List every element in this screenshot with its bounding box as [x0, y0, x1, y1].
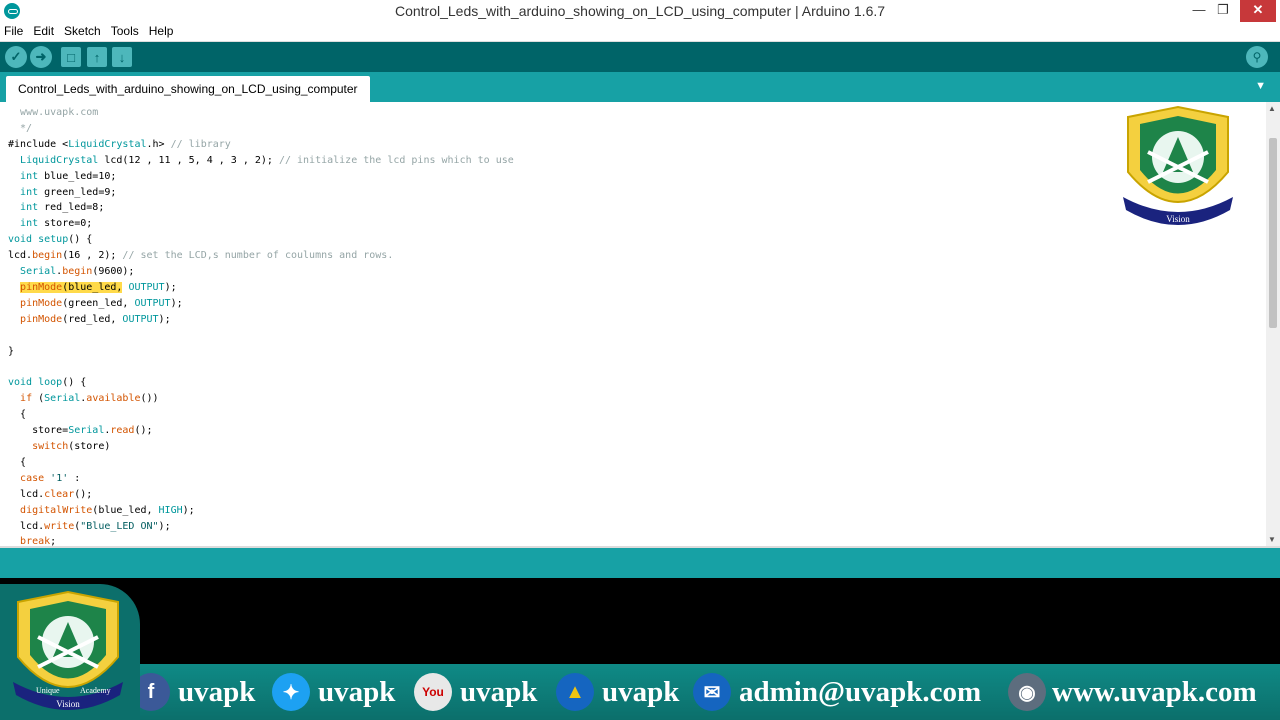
title-bar: Control_Leds_with_arduino_showing_on_LCD… — [0, 0, 1280, 22]
scrollbar-thumb[interactable] — [1269, 138, 1277, 328]
menu-sketch[interactable]: Sketch — [60, 22, 107, 40]
email-address: admin@uvapk.com — [739, 675, 982, 708]
email-icon: ✉ — [693, 673, 731, 711]
serial-monitor-icon[interactable]: ⚲ — [1246, 46, 1268, 68]
other-social-link[interactable]: ▲ uvapk — [556, 670, 679, 714]
open-button[interactable]: ↑ — [87, 47, 107, 67]
twitter-icon: ✦ — [272, 673, 310, 711]
menu-edit[interactable]: Edit — [29, 22, 60, 40]
email-link[interactable]: ✉ admin@uvapk.com — [693, 670, 981, 714]
other-handle: uvapk — [602, 675, 680, 708]
menu-help[interactable]: Help — [145, 22, 180, 40]
bell-icon: ▲ — [556, 673, 594, 711]
website-link[interactable]: ◉ www.uvapk.com — [1008, 670, 1257, 714]
logo-text: Vision — [1166, 214, 1190, 224]
code-text: www.uvapk.com */ #include <LiquidCrystal… — [8, 107, 514, 546]
svg-text:Vision: Vision — [56, 699, 80, 709]
social-banner: f uvapk ✦ uvapk You uvapk ▲ uvapk ✉ admi… — [0, 664, 1280, 720]
facebook-handle: uvapk — [178, 675, 256, 708]
academy-logo-icon: Vision — [1123, 105, 1233, 225]
code-editor[interactable]: www.uvapk.com */ #include <LiquidCrystal… — [0, 102, 1266, 546]
new-button[interactable]: □ — [61, 47, 81, 67]
scroll-down-icon[interactable]: ▼ — [1268, 535, 1276, 544]
restore-button[interactable]: ❐ — [1210, 0, 1236, 22]
toolbar: ✓ ➜ □ ↑ ↓ ⚲ — [0, 42, 1280, 72]
facebook-link[interactable]: f uvapk — [132, 670, 255, 714]
svg-text:Academy: Academy — [80, 686, 111, 695]
youtube-handle: uvapk — [460, 675, 538, 708]
youtube-link[interactable]: You uvapk — [414, 670, 537, 714]
tab-sketch[interactable]: Control_Leds_with_arduino_showing_on_LCD… — [6, 76, 370, 102]
tab-menu-icon[interactable]: ▼ — [1255, 80, 1266, 92]
svg-text:Unique: Unique — [36, 686, 60, 695]
menu-bar: File Edit Sketch Tools Help — [0, 22, 1280, 42]
status-bar — [0, 546, 1280, 580]
twitter-handle: uvapk — [318, 675, 396, 708]
upload-button[interactable]: ➜ — [30, 46, 52, 68]
menu-file[interactable]: File — [0, 22, 29, 40]
save-button[interactable]: ↓ — [112, 47, 132, 67]
scroll-up-icon[interactable]: ▲ — [1268, 104, 1276, 113]
menu-tools[interactable]: Tools — [107, 22, 145, 40]
window-title: Control_Leds_with_arduino_showing_on_LCD… — [394, 3, 886, 19]
banner-logo: Unique Academy Vision — [0, 584, 140, 720]
verify-button[interactable]: ✓ — [5, 46, 27, 68]
academy-logo-small-icon: Unique Academy Vision — [13, 590, 123, 710]
close-button[interactable]: ✕ — [1240, 0, 1276, 22]
globe-icon: ◉ — [1008, 673, 1046, 711]
youtube-icon: You — [414, 673, 452, 711]
minimize-button[interactable]: — — [1186, 0, 1212, 22]
vertical-scrollbar[interactable]: ▲ ▼ — [1266, 102, 1280, 546]
twitter-link[interactable]: ✦ uvapk — [272, 670, 395, 714]
website-url: www.uvapk.com — [1052, 675, 1257, 708]
tab-bar: Control_Leds_with_arduino_showing_on_LCD… — [0, 72, 1280, 102]
